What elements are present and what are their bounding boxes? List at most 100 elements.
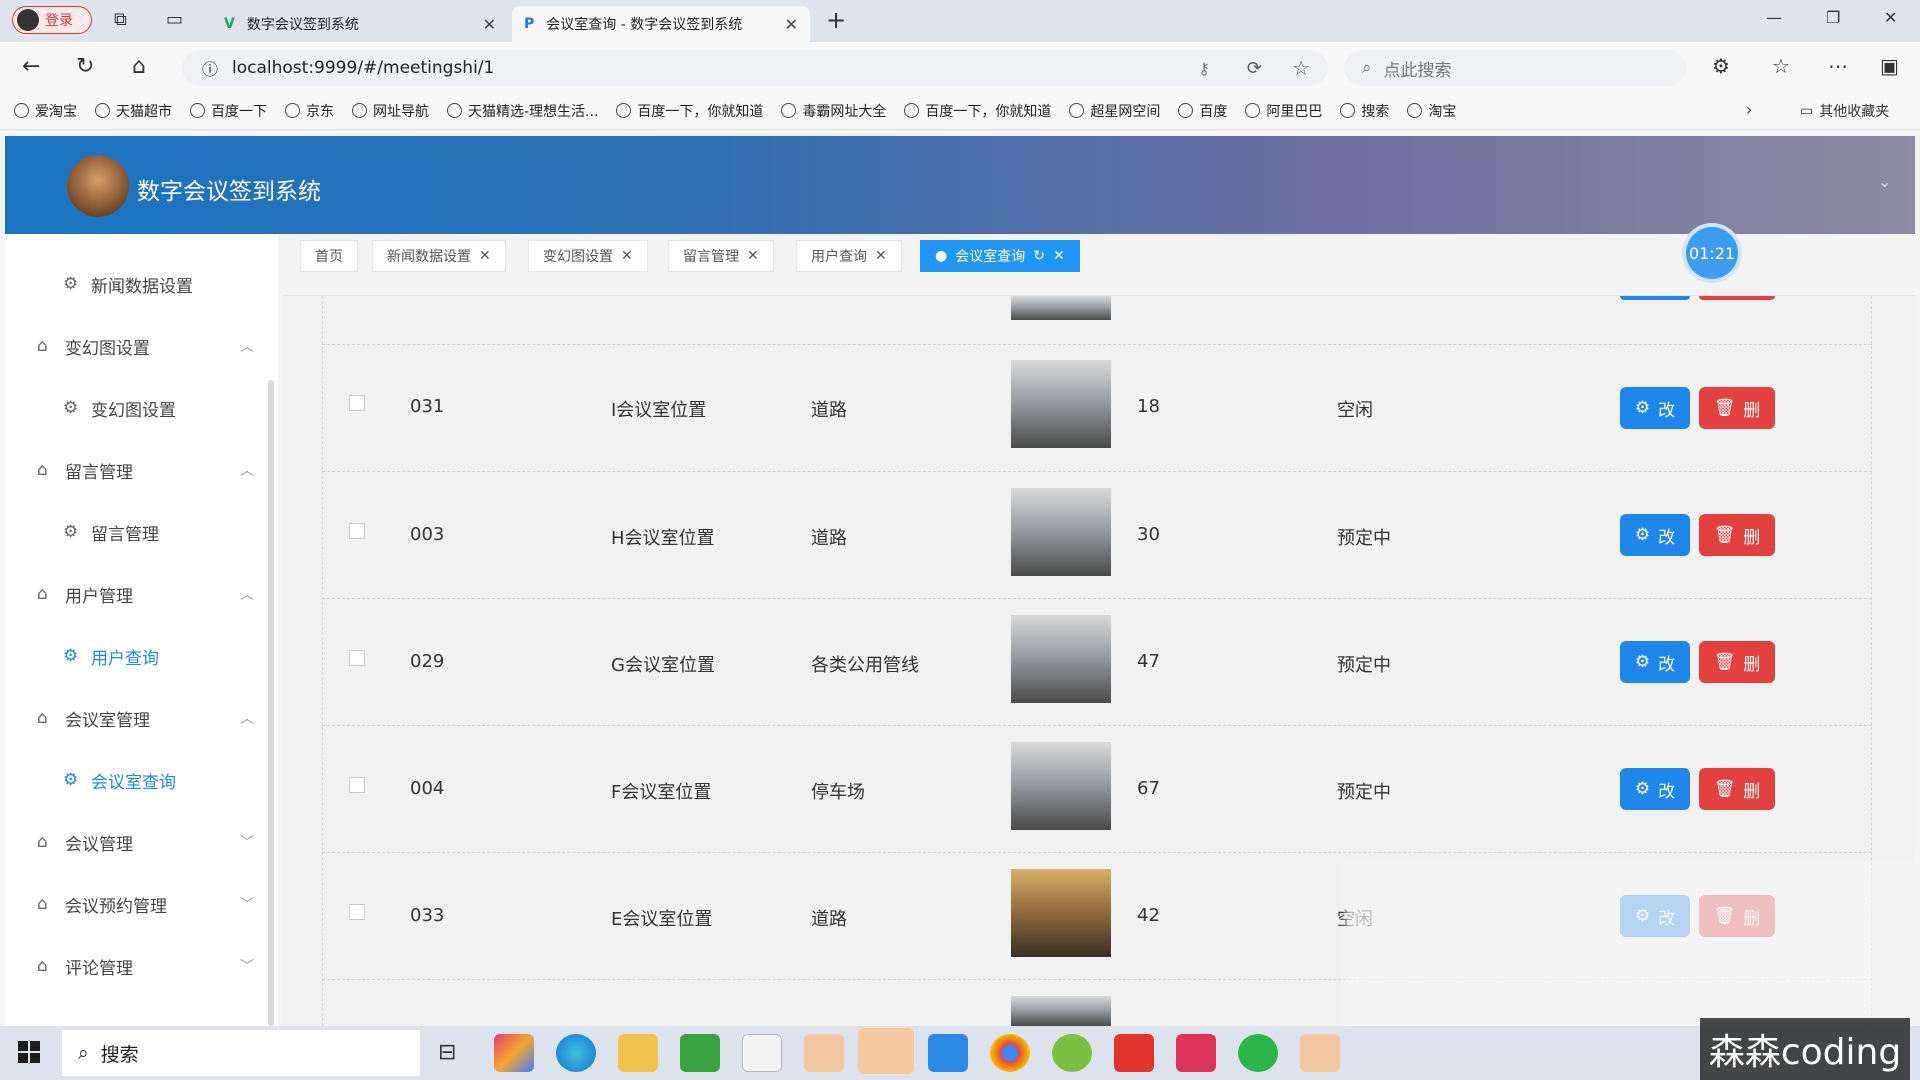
sidebar-item-meeting-room-query[interactable]: ⚙ 会议室查询 — [5, 749, 278, 811]
app-icon[interactable] — [1176, 1034, 1216, 1072]
delete-button[interactable]: 🗑删 — [1699, 387, 1775, 429]
close-icon[interactable]: ✕ — [479, 248, 491, 264]
close-icon[interactable]: ✕ — [747, 248, 759, 264]
sidebar-toggle-icon[interactable]: ▣ — [1880, 54, 1899, 78]
edit-button[interactable]: ⚙改 — [1620, 768, 1690, 810]
edit-button-partial[interactable] — [1620, 296, 1690, 300]
qq-app-icon[interactable] — [858, 1028, 914, 1074]
bookmark[interactable]: 百度 — [1178, 101, 1227, 121]
sidebar-group-reservations[interactable]: ⌂ 会议预约管理 ﹀ — [5, 873, 278, 935]
close-window-icon[interactable]: ✕ — [1884, 8, 1897, 27]
more-icon[interactable]: ⋯ — [1828, 54, 1848, 78]
sidebar-item-user-query[interactable]: ⚙ 用户查询 — [5, 625, 278, 687]
tab-app[interactable]: V 数字会议签到系统 ✕ — [212, 6, 508, 42]
file-icon[interactable] — [742, 1034, 782, 1072]
globe-icon — [616, 103, 632, 118]
bookmark[interactable]: 爱淘宝 — [14, 101, 77, 121]
bookmark[interactable]: 天猫精选-理想生活... — [447, 101, 598, 121]
new-tab-button[interactable]: + — [826, 6, 846, 34]
app-icon[interactable] — [1052, 1034, 1092, 1072]
taskbar-search-input[interactable]: ⌕ 搜索 — [62, 1030, 420, 1076]
tag-user-query[interactable]: 用户查询 ✕ — [796, 240, 902, 272]
tags-bar — [282, 234, 1915, 296]
tab-meeting-room[interactable]: P 会议室查询 - 数字会议签到系统 ✕ — [512, 6, 810, 42]
windows-start-icon[interactable] — [18, 1041, 40, 1063]
intellij-app-icon[interactable] — [494, 1034, 534, 1072]
edge-app-icon[interactable] — [556, 1034, 596, 1072]
translate-icon[interactable]: ⟳ — [1247, 58, 1262, 79]
bookmark[interactable]: 百度一下，你就知道 — [904, 101, 1051, 121]
sidebar-group-meeting-rooms[interactable]: ⌂ 会议室管理 ︿ — [5, 687, 278, 749]
chrome-app-icon[interactable] — [990, 1034, 1030, 1072]
home-icon[interactable]: ⌂ — [132, 54, 146, 79]
close-icon[interactable]: ✕ — [621, 248, 633, 264]
bookmark[interactable]: 百度一下，你就知道 — [616, 101, 763, 121]
bookmark[interactable]: 毒霸网址大全 — [781, 101, 886, 121]
row-checkbox[interactable] — [349, 904, 365, 920]
bookmarks-more-icon[interactable]: › — [1746, 100, 1752, 119]
other-bookmarks[interactable]: ▭ 其他收藏夹 — [1800, 101, 1889, 121]
sidebar-group-messages[interactable]: ⌂ 留言管理 ︿ — [5, 439, 278, 501]
delete-button[interactable]: 🗑删 — [1699, 514, 1775, 556]
restore-icon[interactable]: ❐ — [1826, 8, 1840, 27]
delete-button[interactable]: 🗑删 — [1699, 768, 1775, 810]
close-icon[interactable]: ✕ — [875, 248, 887, 264]
sidebar-scrollbar[interactable] — [268, 380, 274, 1026]
hbuilder-app-icon[interactable] — [680, 1034, 720, 1072]
sidebar-item-messages[interactable]: ⚙ 留言管理 — [5, 501, 278, 563]
favorites-icon[interactable]: ☆ — [1772, 54, 1790, 78]
file-explorer-icon[interactable] — [618, 1034, 658, 1072]
refresh-icon[interactable]: ↻ — [76, 54, 94, 79]
bookmark[interactable]: 百度一下 — [190, 101, 267, 121]
close-icon[interactable]: ✕ — [1053, 248, 1065, 264]
edit-button[interactable]: ⚙改 — [1620, 641, 1690, 683]
close-tab-icon[interactable]: ✕ — [483, 15, 496, 34]
globe-icon — [1069, 103, 1085, 118]
tag-meeting-room-query[interactable]: ● 会议室查询 ↻ ✕ — [920, 240, 1080, 272]
extensions-icon[interactable]: ⚙ — [1712, 54, 1730, 78]
bookmark[interactable]: 淘宝 — [1407, 101, 1456, 121]
edit-button[interactable]: ⚙改 — [1620, 514, 1690, 556]
tag-carousel-settings[interactable]: 变幻图设置 ✕ — [528, 240, 648, 272]
bookmark[interactable]: 搜索 — [1340, 101, 1389, 121]
sidebar-group-comments[interactable]: ⌂ 评论管理 ﹀ — [5, 935, 278, 997]
bookmark[interactable]: 京东 — [285, 101, 334, 121]
tag-messages[interactable]: 留言管理 ✕ — [668, 240, 774, 272]
row-checkbox[interactable] — [349, 395, 365, 411]
favorite-star-icon[interactable]: ☆ — [1292, 56, 1310, 80]
bookmark[interactable]: 阿里巴巴 — [1245, 101, 1322, 121]
sidebar-group-carousel[interactable]: ⌂ 变幻图设置 ︿ — [5, 315, 278, 377]
row-checkbox[interactable] — [349, 650, 365, 666]
bookmark[interactable]: 网址导航 — [352, 101, 429, 121]
task-view-icon[interactable]: ⊟ — [438, 1040, 456, 1065]
user-app-icon[interactable] — [804, 1034, 844, 1072]
user-menu-chevron-icon[interactable]: ⌄ — [1878, 172, 1891, 191]
sidebar-item-news-settings[interactable]: ⚙ 新闻数据设置 — [5, 253, 278, 315]
row-checkbox[interactable] — [349, 777, 365, 793]
delete-button-partial[interactable] — [1699, 296, 1775, 300]
wps-app-icon[interactable] — [1114, 1034, 1154, 1072]
bookmark[interactable]: 天猫超市 — [95, 101, 172, 121]
refresh-icon[interactable]: ↻ — [1033, 248, 1045, 264]
minimize-icon[interactable]: — — [1766, 8, 1782, 27]
close-tab-icon[interactable]: ✕ — [785, 15, 798, 34]
sidebar-group-users[interactable]: ⌂ 用户管理 ︿ — [5, 563, 278, 625]
delete-button[interactable]: 🗑删 — [1699, 641, 1775, 683]
back-icon[interactable]: ← — [22, 54, 40, 79]
user-app-icon[interactable] — [1300, 1034, 1340, 1072]
tag-news-settings[interactable]: 新闻数据设置 ✕ — [372, 240, 506, 272]
browser-search-input[interactable]: ⌕ 点此搜索 — [1344, 50, 1686, 86]
url-input[interactable]: ⓘ localhost:9999/#/meetingshi/1 ⚷ ⟳ ☆ — [182, 50, 1328, 86]
app-icon[interactable] — [928, 1034, 968, 1072]
sidebar-item-carousel-settings[interactable]: ⚙ 变幻图设置 — [5, 377, 278, 439]
wechat-app-icon[interactable] — [1238, 1034, 1278, 1072]
tag-home[interactable]: 首页 — [300, 240, 358, 272]
bookmark[interactable]: 超星网空间 — [1069, 101, 1160, 121]
edit-button[interactable]: ⚙改 — [1620, 387, 1690, 429]
sidebar-group-meetings[interactable]: ⌂ 会议管理 ﹀ — [5, 811, 278, 873]
profile-login-button[interactable]: 登录 — [12, 6, 92, 34]
key-icon[interactable]: ⚷ — [1198, 59, 1210, 78]
tab-actions-icon[interactable]: ▭ — [166, 9, 183, 30]
collections-icon[interactable]: ⧉ — [114, 9, 127, 30]
row-checkbox[interactable] — [349, 523, 365, 539]
